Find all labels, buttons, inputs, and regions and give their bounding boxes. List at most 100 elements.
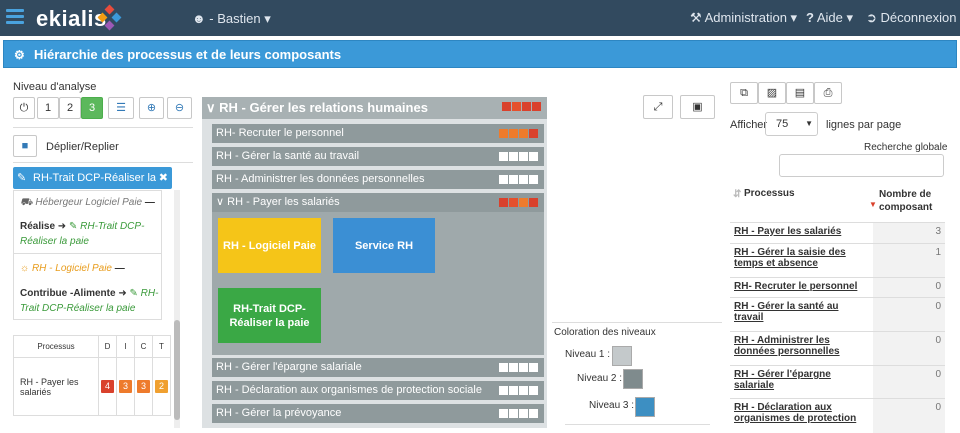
power-button[interactable]: ⏻ <box>13 97 35 119</box>
relation-2-text: Contribue -Alimente ➜ ✎ RH-Trait DCP-Réa… <box>20 288 159 314</box>
col-count[interactable]: Nombre de composant <box>879 188 943 214</box>
open-process-header[interactable]: ∨ RH - Payer les salariés <box>212 193 544 212</box>
relation-card-2: ☼ RH - Logiciel Paie — <box>20 263 125 274</box>
admin-menu[interactable]: ⚒ Administration ▾ <box>690 10 797 26</box>
table-row: RH - Gérer la santé au travail 0 <box>730 297 945 332</box>
expand-collapse-label[interactable]: Déplier/Replier <box>46 141 119 153</box>
tile-service-rh[interactable]: Service RH <box>333 218 435 273</box>
edit-icon: ✎ <box>129 288 138 299</box>
table-row: RH - Gérer la saisie des temps et absenc… <box>730 243 945 278</box>
question-icon: ? <box>806 10 814 25</box>
chevron-down-icon: ∨ <box>206 100 216 115</box>
divider <box>13 162 193 163</box>
gears-icon: ⚙ <box>14 48 25 62</box>
page-size-select[interactable]: 75 ▼ <box>765 112 818 136</box>
tile-trait-dcp[interactable]: RH-Trait DCP-Réaliser la paie <box>218 288 321 343</box>
analysis-level-label: Niveau d'analyse <box>13 81 97 93</box>
chevron-down-icon: ∨ <box>216 196 225 208</box>
csv-button[interactable]: ▤ <box>786 82 814 104</box>
tile-logiciel-paie[interactable]: RH - Logiciel Paie <box>218 218 321 273</box>
table-row: RH - Payer les salariés 3 <box>730 222 945 244</box>
legend-level-3: Niveau 3 : <box>589 400 635 411</box>
logout-icon: ➲ <box>866 10 877 25</box>
close-icon[interactable]: ✖ <box>159 167 168 189</box>
logout-link[interactable]: ➲ Déconnexion <box>866 10 956 26</box>
level-2-button[interactable]: 2 <box>59 97 81 119</box>
legend-level-1: Niveau 1 : <box>565 349 611 360</box>
edit-icon: ✎ <box>17 172 27 184</box>
process-link[interactable]: RH - Payer les salariés <box>734 226 841 237</box>
main-process-header[interactable]: ∨ RH - Gérer les relations humaines <box>202 97 547 119</box>
relations-panel: ⛟ Hébergeur Logiciel Paie — Réalise ➜ ✎ … <box>13 190 162 320</box>
sort-icon[interactable]: ⇵ <box>733 189 741 200</box>
table-row: RH- Recruter le personnel 0 <box>730 277 945 298</box>
search-input[interactable] <box>779 154 944 177</box>
divider <box>552 322 722 323</box>
page-title: Hiérarchie des processus et de leurs com… <box>34 47 342 62</box>
dict-table: Processus D I C T RH - Payer les salarié… <box>13 335 171 416</box>
fullscreen-button[interactable]: ⤢ <box>643 95 673 119</box>
selected-process-tag: ✎ RH-Trait DCP-Réaliser la paie ✖ <box>13 167 172 206</box>
top-navbar: ekialis ☻ - Bastien ▾ ⚒ Administration ▾… <box>0 0 960 36</box>
table-header: Processus <box>13 335 99 358</box>
relation-card-1: ⛟ Hébergeur Logiciel Paie — <box>20 197 155 208</box>
process-row[interactable]: RH - Administrer les données personnelle… <box>212 170 544 189</box>
level-1-button[interactable]: 1 <box>37 97 59 119</box>
edit-icon: ✎ <box>68 221 78 232</box>
search-label: Recherche globale <box>864 142 948 153</box>
divider <box>565 424 710 425</box>
score-badge: 2 <box>155 380 168 393</box>
open-process-container: ∨ RH - Payer les salariés RH - Logiciel … <box>212 193 544 355</box>
wrench-icon: ⚒ <box>690 10 702 25</box>
score-badge: 4 <box>101 380 114 393</box>
level-3-button[interactable]: 3 <box>81 97 103 119</box>
divider <box>13 127 193 128</box>
show-label: Afficher <box>730 119 768 131</box>
process-link[interactable]: RH - Gérer la saisie des temps et absenc… <box>734 247 846 269</box>
divider <box>14 253 161 254</box>
process-link[interactable]: RH - Gérer la santé au travail <box>734 301 838 323</box>
process-row[interactable]: RH - Gérer la prévoyance <box>212 404 544 423</box>
level-2-swatch <box>623 369 643 389</box>
process-table: RH - Payer les salariés 3 RH - Gérer la s… <box>730 222 945 433</box>
level-3-swatch <box>635 397 655 417</box>
table-header: C <box>134 335 153 358</box>
print-button[interactable]: ⎙ <box>814 82 842 104</box>
sort-desc-icon[interactable]: ▼ <box>869 200 877 209</box>
user-menu[interactable]: ☻ - Bastien ▾ <box>192 11 271 27</box>
list-view-button[interactable]: ☰ <box>108 97 134 119</box>
menu-icon[interactable] <box>6 9 24 25</box>
table-row: RH - Payer les salariés 4 3 3 2 <box>13 357 171 416</box>
table-header-row: ⇵ Processus ▼ Nombre de composant <box>730 186 945 220</box>
table-row: RH - Administrer les données personnelle… <box>730 331 945 366</box>
process-link[interactable]: RH - Administrer les données personnelle… <box>734 335 840 357</box>
process-row[interactable]: RH - Gérer l'épargne salariale <box>212 358 544 377</box>
left-scrollbar[interactable] <box>174 190 180 428</box>
table-header: T <box>152 335 171 358</box>
score-badge: 3 <box>137 380 150 393</box>
table-header: I <box>116 335 135 358</box>
truck-icon: ⛟ <box>20 197 33 208</box>
score-badge: 3 <box>119 380 132 393</box>
excel-button[interactable]: ▨ <box>758 82 786 104</box>
legend-level-2: Niveau 2 : <box>577 373 623 384</box>
table-header: D <box>98 335 117 358</box>
image-export-button[interactable]: ▣ <box>680 95 715 119</box>
process-row[interactable]: RH - Déclaration aux organismes de prote… <box>212 381 544 400</box>
process-row[interactable]: RH - Gérer la santé au travail <box>212 147 544 166</box>
zoom-out-button[interactable]: ⊖ <box>167 97 192 119</box>
process-link[interactable]: RH - Gérer l'épargne salariale <box>734 369 831 391</box>
software-icon: ☼ <box>20 263 30 274</box>
col-process[interactable]: Processus <box>744 188 795 199</box>
user-icon: ☻ <box>192 11 206 26</box>
hierarchy-canvas: ∨ RH - Gérer les relations humaines RH- … <box>202 97 547 428</box>
folder-button[interactable]: ■ <box>13 135 37 157</box>
zoom-in-button[interactable]: ⊕ <box>139 97 164 119</box>
table-row: RH - Gérer l'épargne salariale 0 <box>730 365 945 399</box>
copy-button[interactable]: ⧉ <box>730 82 758 104</box>
process-link[interactable]: RH- Recruter le personnel <box>734 281 857 292</box>
process-link[interactable]: RH - Déclaration aux organismes de prote… <box>734 402 856 424</box>
level-1-swatch <box>612 346 632 366</box>
help-menu[interactable]: ? Aide ▾ <box>806 10 853 26</box>
process-row[interactable]: RH- Recruter le personnel <box>212 124 544 143</box>
